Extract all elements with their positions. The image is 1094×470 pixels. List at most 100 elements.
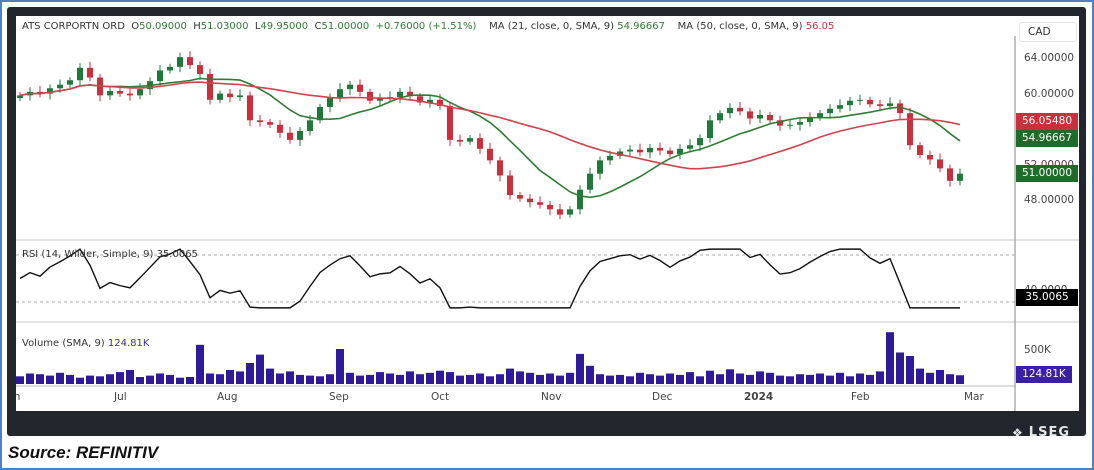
volume-bar	[666, 373, 674, 384]
volume-bar	[766, 372, 774, 384]
time-axis-label: Jun	[16, 391, 21, 403]
volume-bar	[876, 371, 884, 384]
volume-bar	[476, 373, 484, 384]
high-value: H51.03000	[193, 21, 249, 32]
volume-bar	[686, 372, 694, 384]
volume-bar	[736, 373, 744, 384]
volume-bar	[896, 352, 904, 384]
volume-bar	[46, 375, 54, 384]
volume-bar	[536, 374, 544, 384]
currency-button[interactable]: CAD	[1019, 22, 1077, 42]
volume-bar	[436, 370, 444, 384]
price-axis-label: 64.00000	[1024, 52, 1075, 64]
volume-bar	[296, 374, 304, 384]
candle	[77, 67, 83, 81]
candle	[207, 74, 213, 100]
volume-bar	[546, 373, 554, 384]
chart-area[interactable]: ATS CORPORTN ORD O50.09000 H51.03000 L49…	[16, 16, 1079, 411]
candle	[697, 138, 703, 146]
candle	[627, 149, 633, 152]
low-value: L49.95000	[254, 21, 309, 32]
candle	[837, 105, 843, 109]
volume-bar	[456, 375, 464, 384]
candle	[917, 145, 923, 156]
rsi-value-tag: 35.0065	[1016, 289, 1078, 306]
volume-bar	[396, 374, 404, 384]
candle	[267, 122, 273, 125]
candle	[727, 107, 733, 114]
candle	[477, 138, 483, 149]
volume-bar	[486, 376, 494, 384]
volume-bar	[626, 376, 634, 384]
candle	[857, 99, 863, 101]
time-axis-label: Nov	[541, 391, 562, 403]
volume-bar	[66, 374, 74, 384]
volume-bar	[756, 371, 764, 384]
volume-bar	[366, 374, 374, 384]
volume-bar	[886, 332, 894, 384]
volume-bar	[226, 370, 234, 384]
candle	[687, 145, 693, 149]
open-value: O50.09000	[131, 21, 187, 32]
volume-bar	[416, 374, 424, 384]
candle	[307, 120, 313, 131]
candle	[547, 204, 553, 210]
candle	[327, 98, 333, 107]
rsi-label[interactable]: RSI (14, Wilder, Simple, 9)	[22, 249, 153, 260]
volume-bar	[256, 354, 264, 384]
volume-bar	[566, 372, 574, 384]
candle	[67, 80, 73, 85]
candle	[787, 124, 793, 126]
candle	[167, 66, 173, 71]
lseg-logo: ❖ LSEG	[1012, 425, 1070, 440]
volume-bar	[136, 377, 144, 384]
candle	[127, 93, 133, 96]
volume-bar	[646, 374, 654, 384]
price-axis-label: 60.00000	[1024, 88, 1075, 100]
rsi-legend-value: 35.0065	[156, 249, 198, 260]
volume-bar	[266, 368, 274, 384]
candle	[637, 149, 643, 153]
volume-label[interactable]: Volume (SMA, 9)	[22, 338, 105, 349]
volume-bar	[406, 371, 414, 384]
volume-value-tag: 124.81K	[1016, 366, 1072, 383]
candle	[217, 93, 223, 100]
candle	[187, 57, 193, 66]
volume-bar	[856, 373, 864, 384]
close-value: C51.00000	[314, 21, 370, 32]
last-price-tag: 51.00000	[1016, 165, 1078, 182]
candle	[277, 124, 283, 133]
ma50-label[interactable]: MA (50, close, 0, SMA, 9)	[678, 21, 803, 32]
volume-bar	[36, 374, 44, 384]
time-axis-label: Feb	[851, 391, 870, 403]
volume-legend-value: 124.81K	[107, 338, 150, 349]
candle	[867, 99, 873, 105]
candle	[577, 189, 583, 210]
candle	[367, 91, 373, 101]
candle	[957, 173, 963, 181]
volume-bar	[16, 376, 24, 384]
volume-bar	[606, 375, 614, 384]
candle	[647, 147, 653, 153]
volume-bar	[746, 374, 754, 384]
candle	[717, 113, 723, 121]
ma21-value: 54.96667	[617, 21, 665, 32]
candle	[847, 100, 853, 106]
chart-canvas	[16, 36, 1079, 411]
volume-bar	[586, 365, 594, 384]
candle	[517, 195, 523, 199]
volume-bar	[806, 374, 814, 384]
volume-bar	[846, 376, 854, 384]
volume-bar	[166, 374, 174, 384]
volume-bar	[506, 368, 514, 384]
candle	[887, 103, 893, 107]
ma21-label[interactable]: MA (21, close, 0, SMA, 9)	[489, 21, 614, 32]
lseg-emblem-icon: ❖	[1012, 425, 1024, 440]
volume-bar	[316, 376, 324, 384]
candle	[757, 114, 763, 119]
candle	[457, 139, 463, 142]
volume-bar	[96, 376, 104, 384]
candle	[287, 132, 293, 140]
candle	[737, 107, 743, 112]
volume-bar	[346, 372, 354, 384]
